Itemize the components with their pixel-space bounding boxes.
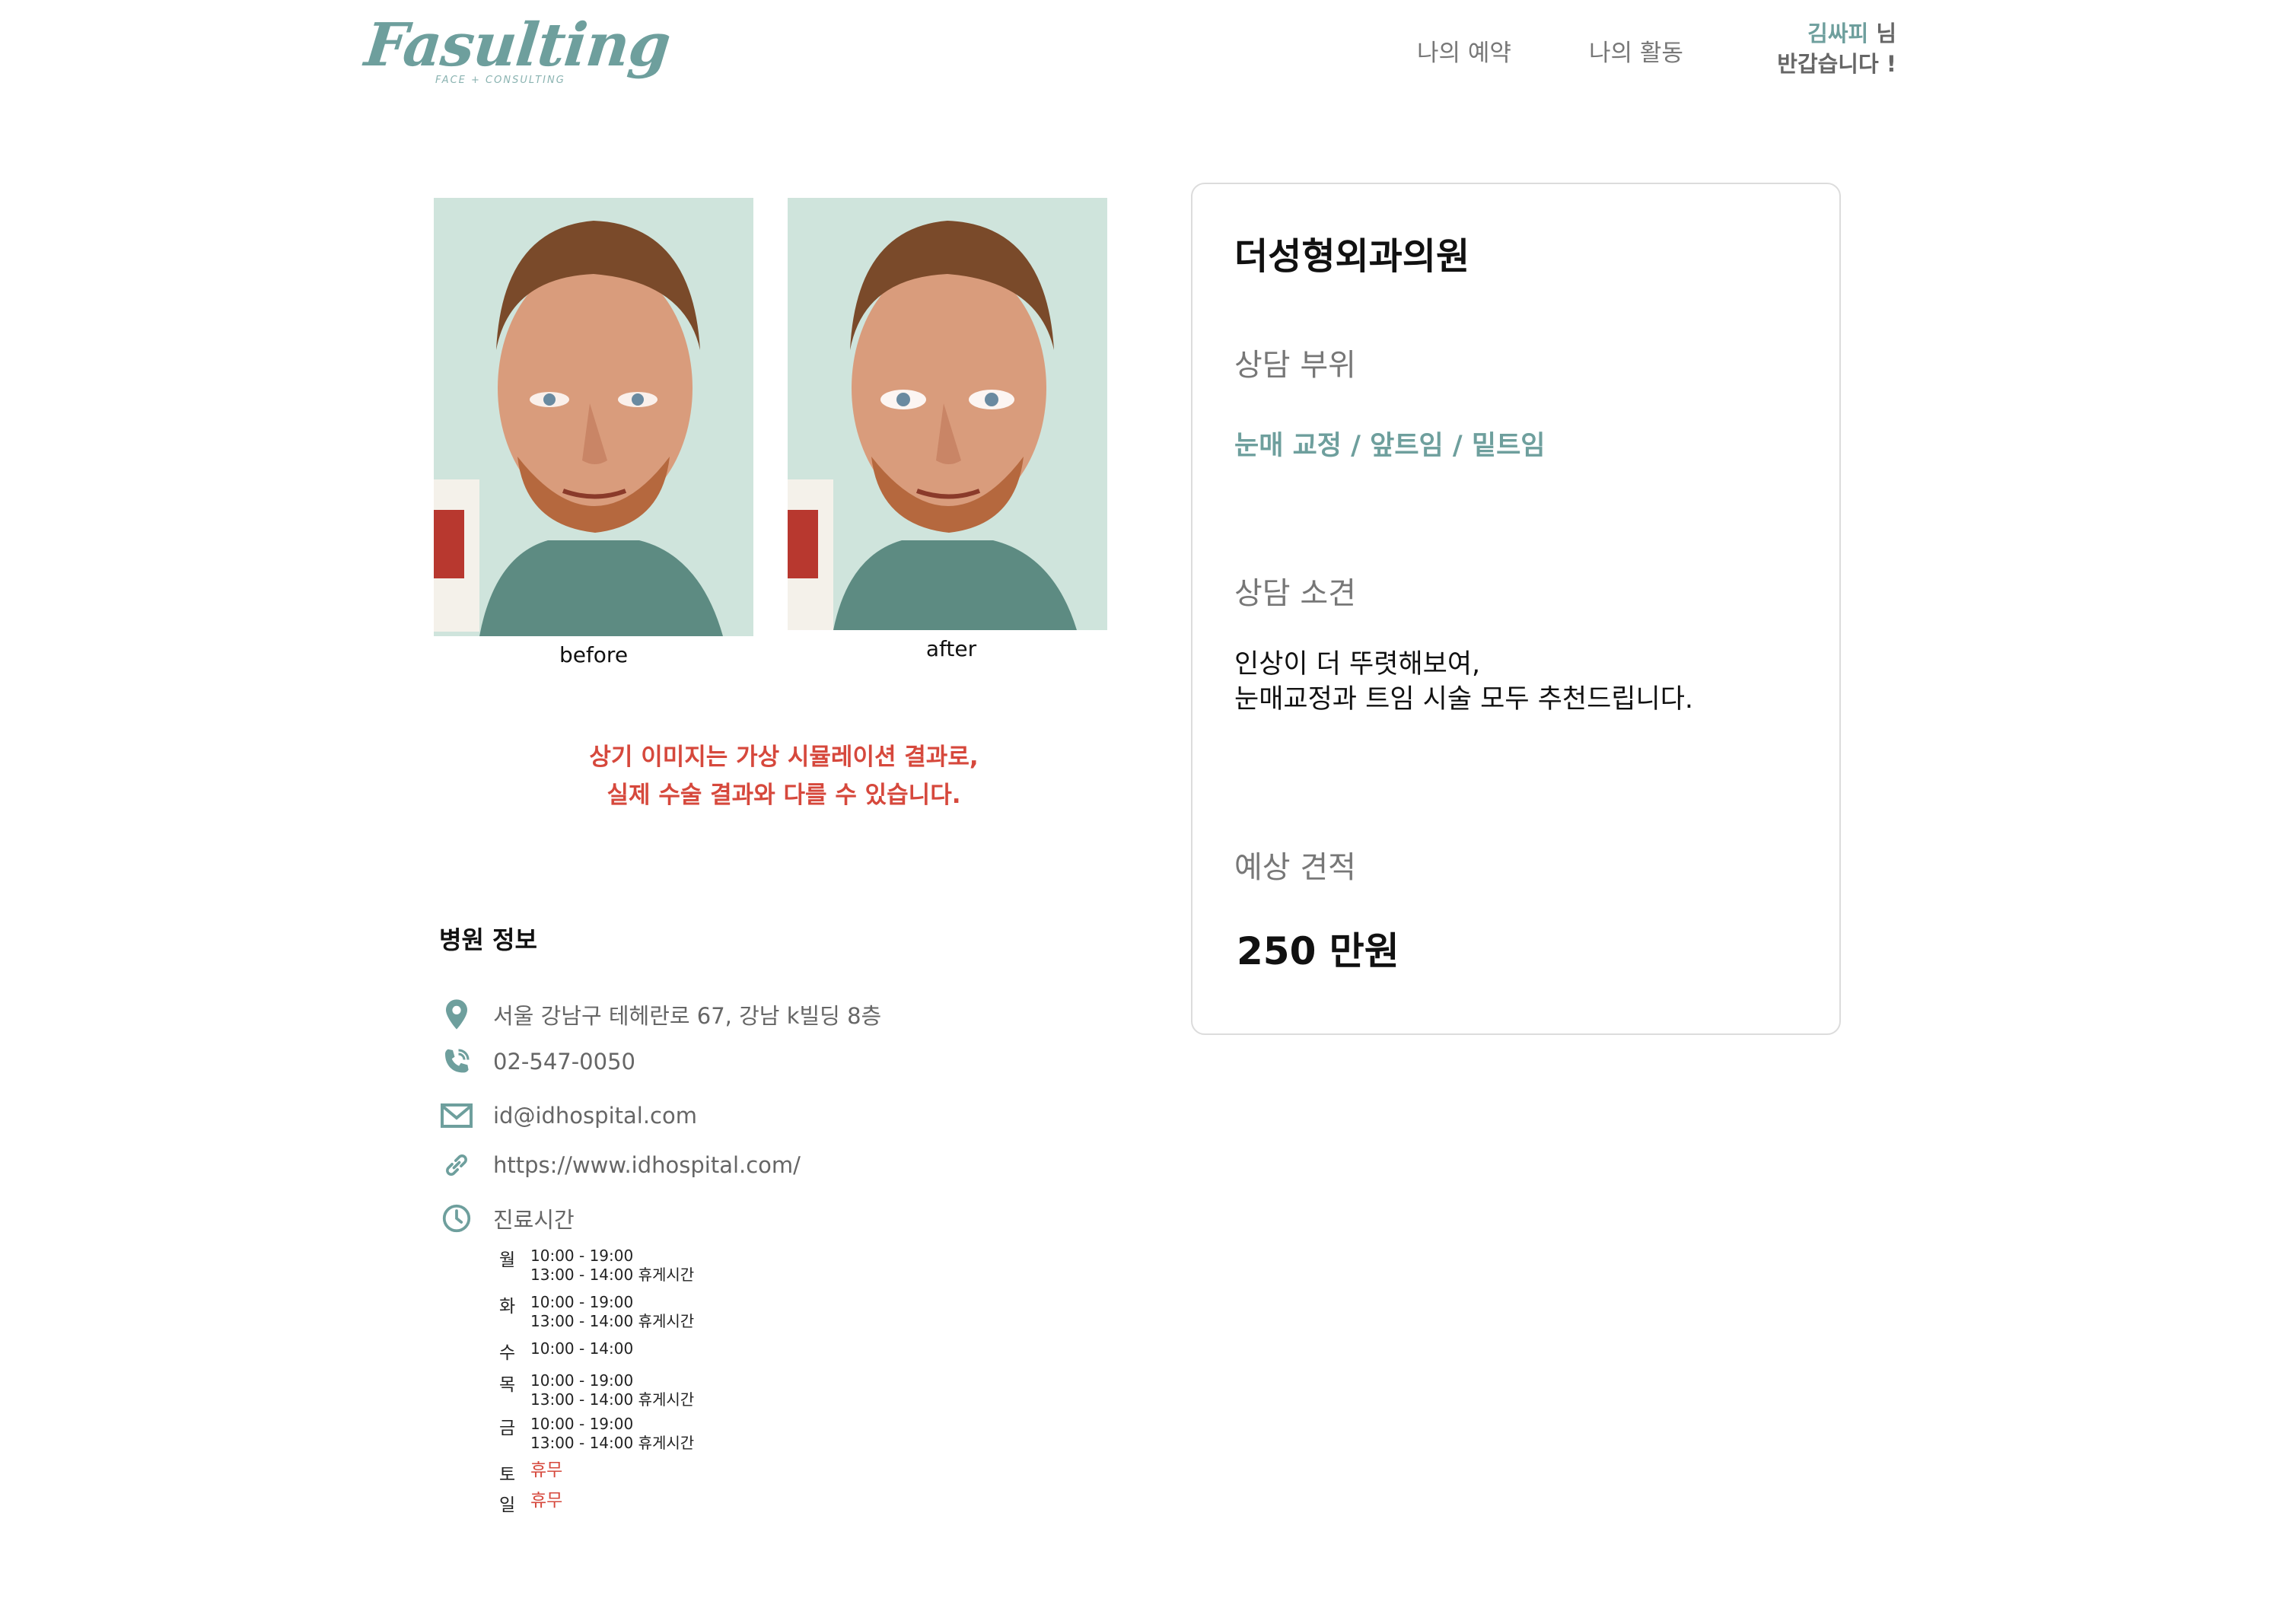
nav-my-reservations[interactable]: 나의 예약 [1417, 33, 1511, 68]
open-hours: 10:00 - 19:00 [530, 1415, 634, 1433]
hospital-phone-row: 02-547-0050 [440, 1044, 635, 1079]
link-icon [440, 1148, 473, 1182]
break-hours: 13:00 - 14:00 휴게시간 [530, 1312, 695, 1330]
day-times: 10:00 - 19:00 13:00 - 14:00 휴게시간 [530, 1293, 694, 1331]
logo-wordmark: Fasulting [361, 11, 673, 80]
day-label: 금 [499, 1419, 516, 1438]
estimate-label: 예상 견적 [1234, 850, 1356, 885]
day-times: 휴무 [530, 1492, 562, 1511]
hospital-email-row: id@idhospital.com [440, 1098, 697, 1133]
closed-label: 휴무 [530, 1460, 563, 1480]
day-label: 월 [499, 1250, 516, 1270]
hospital-name: 더성형외과의원 [1234, 235, 1470, 278]
day-times: 10:00 - 14:00 [530, 1339, 633, 1358]
day-times: 10:00 - 19:00 13:00 - 14:00 휴게시간 [530, 1247, 694, 1285]
logo-tagline: FACE + CONSULTING [435, 75, 565, 86]
hospital-phone-link[interactable]: 02-547-0050 [493, 1049, 635, 1075]
user-name: 김싸피 [1807, 21, 1869, 46]
consultation-card: 더성형외과의원 상담 부위 눈매 교정 / 앞트임 / 밑트임 상담 소견 인상… [1191, 183, 1841, 1035]
nav-my-activity[interactable]: 나의 활동 [1589, 33, 1683, 68]
hospital-address: 서울 강남구 테헤란로 67, 강남 k빌딩 8층 [493, 1003, 882, 1029]
break-hours: 13:00 - 14:00 휴게시간 [530, 1390, 695, 1409]
break-hours: 13:00 - 14:00 휴게시간 [530, 1266, 695, 1284]
hospital-email-link[interactable]: id@idhospital.com [493, 1103, 697, 1129]
greeting-line2: 반갑습니다 ! [1777, 51, 1896, 77]
break-hours: 13:00 - 14:00 휴게시간 [530, 1434, 695, 1452]
disclaimer-line2: 실제 수술 결과와 다를 수 있습니다. [607, 782, 961, 809]
opinion-line2: 눈매교정과 트임 시술 모두 추천드립니다. [1234, 684, 1694, 715]
phone-icon [440, 1045, 473, 1078]
consult-parts-value: 눈매 교정 / 앞트임 / 밑트임 [1234, 431, 1546, 461]
consult-opinion-text: 인상이 더 뚜렷해보여, 눈매교정과 트임 시술 모두 추천드립니다. [1234, 647, 1693, 717]
open-hours: 10:00 - 19:00 [530, 1247, 634, 1265]
user-greeting[interactable]: 김싸피 님 반갑습니다 ! [1759, 18, 1896, 79]
simulation-disclaimer: 상기 이미지는 가상 시뮬레이션 결과로, 실제 수술 결과와 다를 수 있습니… [502, 738, 1065, 814]
hospital-website-row: https://www.idhospital.com/ [440, 1148, 801, 1183]
brand-logo[interactable]: Fasulting FACE + CONSULTING [361, 11, 673, 94]
consult-parts-label: 상담 부위 [1234, 348, 1356, 383]
mail-icon [440, 1099, 473, 1132]
after-caption: after [925, 636, 977, 661]
greeting-line1: 김싸피 님 [1759, 18, 1896, 49]
open-hours: 10:00 - 19:00 [530, 1293, 634, 1311]
hours-label: 진료시간 [493, 1207, 575, 1233]
open-hours: 10:00 - 19:00 [530, 1371, 634, 1390]
open-hours: 10:00 - 14:00 [530, 1339, 634, 1358]
closed-label: 휴무 [530, 1491, 563, 1511]
day-label: 일 [499, 1495, 516, 1515]
before-caption: before [559, 642, 629, 667]
opinion-line1: 인상이 더 뚜렷해보여, [1234, 649, 1481, 680]
estimate-value: 250 만원 [1237, 929, 1399, 973]
hospital-info-title: 병원 정보 [439, 925, 537, 954]
day-label: 수 [499, 1343, 516, 1363]
location-pin-icon [440, 998, 473, 1031]
hospital-website-link[interactable]: https://www.idhospital.com/ [493, 1152, 801, 1178]
before-photo [434, 198, 753, 636]
hospital-address-row: 서울 강남구 테헤란로 67, 강남 k빌딩 8층 [440, 997, 881, 1032]
day-times: 10:00 - 19:00 13:00 - 14:00 휴게시간 [530, 1371, 694, 1409]
consult-opinion-label: 상담 소견 [1234, 576, 1356, 611]
day-label: 토 [499, 1465, 516, 1485]
day-times: 10:00 - 19:00 13:00 - 14:00 휴게시간 [530, 1415, 694, 1453]
after-photo [788, 198, 1107, 630]
disclaimer-line1: 상기 이미지는 가상 시뮬레이션 결과로, [589, 744, 979, 771]
greeting-honorific: 님 [1868, 21, 1896, 46]
day-times: 휴무 [530, 1461, 562, 1480]
day-label: 화 [499, 1297, 516, 1317]
day-label: 목 [499, 1375, 516, 1395]
hospital-hours-row: 진료시간 [440, 1201, 575, 1236]
clock-icon [440, 1202, 473, 1235]
